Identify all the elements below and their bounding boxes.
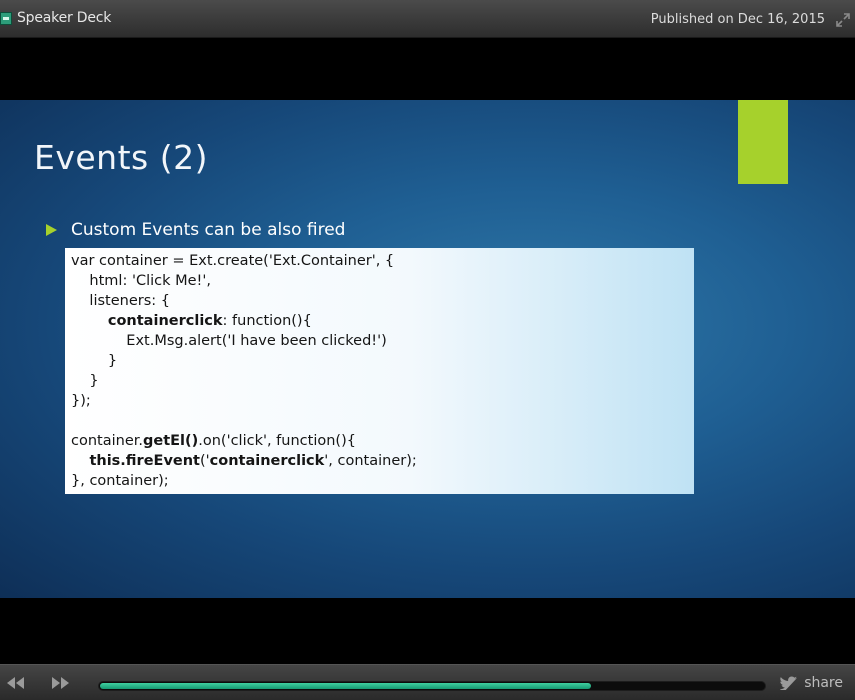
brand-link[interactable]: Speaker Deck [0, 10, 111, 26]
slide-bullet: Custom Events can be also fired [46, 220, 345, 240]
code-line: html: 'Click Me!', [71, 273, 211, 289]
code-line: }, container); [71, 473, 169, 489]
player-controls: share [0, 664, 855, 700]
code-line: } [71, 373, 99, 389]
share-button[interactable]: share [780, 675, 843, 691]
code-line: this.fireEvent('containerclick', contain… [89, 453, 417, 469]
header-bar: Speaker Deck Published on Dec 16, 2015 [0, 0, 855, 38]
code-line: container.getEl().on('click', function()… [71, 433, 356, 449]
code-line: var container = Ext.create('Ext.Containe… [71, 253, 395, 269]
bullet-arrow-icon [46, 224, 57, 236]
slide-accent-block [738, 100, 788, 184]
rewind-icon[interactable] [4, 675, 26, 691]
fullscreen-icon[interactable] [835, 12, 851, 28]
progress-fill [100, 683, 591, 689]
code-line: listeners: { [71, 293, 171, 309]
share-label: share [804, 675, 843, 691]
code-line: } [71, 353, 118, 369]
code-line: containerclick: function(){ [107, 313, 312, 329]
presentation-slide[interactable]: Events (2) Custom Events can be also fir… [0, 100, 855, 598]
code-line: }); [71, 393, 91, 409]
code-line: Ext.Msg.alert('I have been clicked!') [71, 333, 387, 349]
speakerdeck-logo-icon [0, 11, 12, 25]
published-date: Published on Dec 16, 2015 [650, 12, 825, 27]
progress-bar[interactable] [98, 681, 766, 691]
bullet-text: Custom Events can be also fired [71, 220, 346, 240]
twitter-bird-icon [780, 676, 798, 690]
fast-forward-icon[interactable] [50, 675, 72, 691]
slide-title: Events (2) [34, 138, 208, 177]
brand-label: Speaker Deck [17, 10, 112, 26]
code-snippet: var container = Ext.create('Ext.Containe… [65, 248, 694, 494]
